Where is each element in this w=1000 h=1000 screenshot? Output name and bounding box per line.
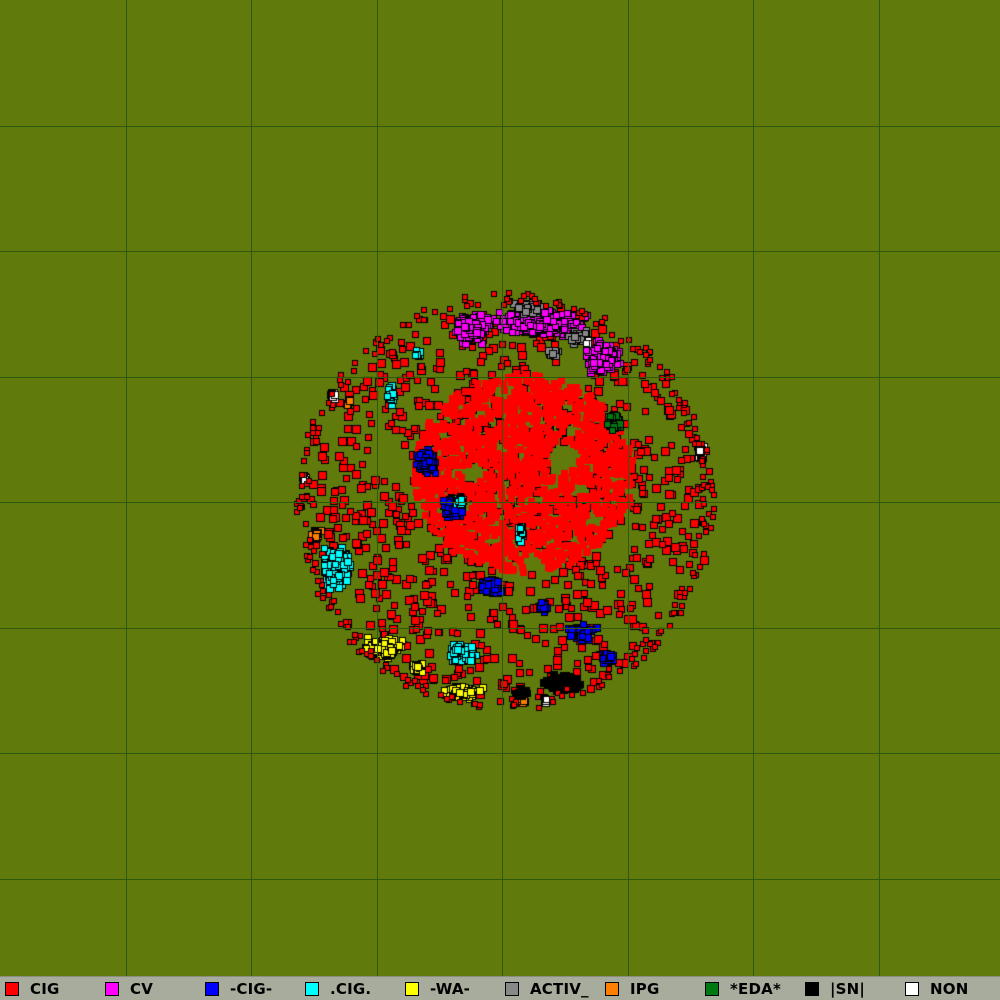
legend-item-eda[interactable]: *EDA* (700, 977, 800, 1000)
white-square-icon (905, 981, 919, 996)
black-square-icon (805, 981, 819, 996)
legend-label: -CIG- (230, 979, 273, 998)
legend-item-sn[interactable]: |SN| (800, 977, 900, 1000)
faction-legend: CIG CV -CIG- .CIG. -WA- ACTIV_ IPG *EDA*… (0, 976, 1000, 1000)
blue-square-icon (205, 981, 219, 996)
gray-square-icon (505, 981, 519, 996)
legend-item-wa[interactable]: -WA- (400, 977, 500, 1000)
legend-item-dash-cig[interactable]: -CIG- (200, 977, 300, 1000)
green-square-icon (705, 981, 719, 996)
legend-label: ACTIV_ (530, 979, 589, 998)
magenta-square-icon (105, 981, 119, 996)
legend-item-cv[interactable]: CV (100, 977, 200, 1000)
legend-label: CV (130, 979, 154, 998)
game-root: CIG CV -CIG- .CIG. -WA- ACTIV_ IPG *EDA*… (0, 0, 1000, 1000)
legend-item-dot-cig[interactable]: .CIG. (300, 977, 400, 1000)
red-square-icon (5, 981, 19, 996)
legend-label: NON (930, 979, 969, 998)
legend-item-ipg[interactable]: IPG (600, 977, 700, 1000)
legend-label: |SN| (830, 979, 866, 998)
legend-label: IPG (630, 979, 660, 998)
territory-map[interactable] (0, 0, 1000, 976)
legend-item-cig[interactable]: CIG (0, 977, 100, 1000)
orange-square-icon (605, 981, 619, 996)
legend-item-activ[interactable]: ACTIV_ (500, 977, 600, 1000)
legend-label: CIG (30, 979, 60, 998)
yellow-square-icon (405, 981, 419, 996)
territory-canvas[interactable] (0, 0, 1000, 976)
legend-label: .CIG. (330, 979, 372, 998)
cyan-square-icon (305, 981, 319, 996)
legend-label: -WA- (430, 979, 471, 998)
legend-label: *EDA* (730, 979, 781, 998)
legend-item-non[interactable]: NON (900, 977, 1000, 1000)
